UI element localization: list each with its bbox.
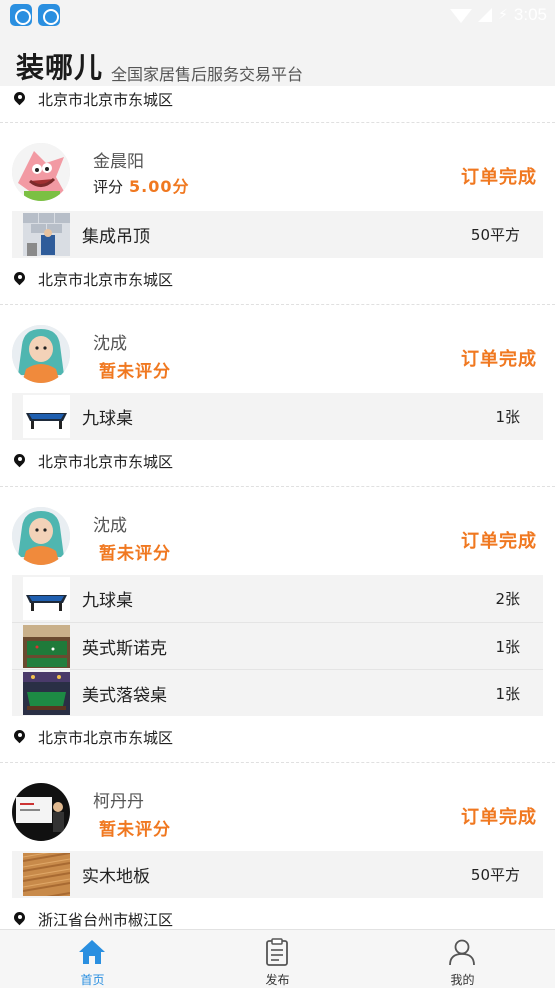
item-name: 实木地板 — [82, 867, 150, 887]
order-status: 订单完成 — [461, 167, 537, 188]
rating-status: 暂未评分 — [99, 362, 171, 382]
tab-mine[interactable]: 我的 — [370, 930, 555, 988]
list-item[interactable]: 实木地板 50平方 — [12, 851, 543, 898]
list-item[interactable]: 英式斯诺克 1张 — [12, 622, 543, 669]
item-name: 美式落袋桌 — [82, 685, 167, 706]
rating-value: 5.00分 — [129, 177, 190, 196]
list-item[interactable]: 集成吊顶 50平方 — [12, 211, 543, 258]
status-time: 3:05 — [513, 5, 547, 24]
order-items: 九球桌 2张 英式斯诺克 1张 美式落袋桌 1张 — [12, 575, 543, 716]
order-card[interactable]: 柯丹丹 暂未评分 订单完成 实木地板 50平方 浙江省台州市椒江区 — [0, 763, 555, 929]
item-quantity: 50平方 — [470, 226, 520, 244]
list-item[interactable]: 九球桌 1张 — [12, 393, 543, 440]
order-card[interactable]: 金晨阳 评分 5.00分 订单完成 集成吊顶 50平方 北京市北京市东城区 — [0, 123, 555, 305]
rating: 评分 5.00分 — [93, 177, 190, 196]
list-item[interactable]: 九球桌 2张 — [12, 575, 543, 622]
item-quantity: 50平方 — [470, 866, 520, 884]
order-location: 北京市北京市东城区 — [0, 86, 555, 112]
order-status: 订单完成 — [461, 531, 537, 552]
signal-icon — [478, 8, 493, 22]
home-icon — [79, 940, 105, 964]
pocket-table-photo — [23, 672, 70, 715]
worker-name: 沈成 — [93, 516, 127, 536]
avatar — [12, 783, 70, 841]
order-items: 九球桌 1张 — [12, 393, 543, 440]
order-items: 实木地板 50平方 — [12, 851, 543, 898]
location-pin-icon — [14, 912, 25, 927]
tab-label: 发布 — [265, 973, 290, 987]
item-name: 九球桌 — [82, 409, 133, 429]
tab-publish[interactable]: 发布 — [185, 930, 370, 988]
location-pin-icon — [14, 454, 25, 469]
brand-logo-text: 装哪儿 — [16, 51, 104, 84]
rating-status: 暂未评分 — [99, 820, 171, 840]
item-quantity: 1张 — [495, 637, 520, 656]
tab-home[interactable]: 首页 — [0, 930, 185, 988]
order-status: 订单完成 — [461, 807, 537, 828]
avatar — [12, 325, 70, 383]
order-location: 北京市北京市东城区 — [0, 447, 555, 475]
battery-charging-icon: ⚡ — [498, 7, 508, 23]
list-item[interactable]: 美式落袋桌 1张 — [12, 669, 543, 716]
order-location: 北京市北京市东城区 — [0, 723, 555, 751]
item-name: 集成吊顶 — [82, 227, 150, 247]
item-name: 九球桌 — [82, 591, 133, 611]
app-notification-icon — [10, 4, 32, 26]
app-header: 装哪儿 全国家居售后服务交易平台 — [0, 30, 555, 86]
ceiling-photo — [23, 213, 70, 256]
pool-table-photo — [23, 395, 70, 438]
item-quantity: 1张 — [495, 408, 520, 426]
order-location: 浙江省台州市椒江区 — [0, 905, 555, 929]
snooker-hall-photo — [23, 625, 70, 668]
location-pin-icon — [14, 730, 25, 745]
avatar — [12, 143, 70, 201]
item-name: 英式斯诺克 — [82, 638, 167, 659]
wood-floor-photo — [23, 853, 70, 896]
order-location: 北京市北京市东城区 — [0, 265, 555, 293]
order-items: 集成吊顶 50平方 — [12, 211, 543, 258]
status-bar: ⚡ 3:05 — [0, 0, 555, 30]
status-indicators: ⚡ 3:05 — [450, 5, 547, 25]
wifi-icon — [450, 9, 473, 23]
clipboard-icon — [266, 938, 288, 966]
brand-subtitle: 全国家居售后服务交易平台 — [111, 65, 304, 84]
bottom-nav: 首页 发布 我的 — [0, 929, 555, 988]
location-pin-icon — [14, 92, 25, 107]
order-list[interactable]: 北京市北京市东城区 金晨阳 评分 5.00分 订单完成 集成吊顶 50平方 北京… — [0, 86, 555, 929]
order-card[interactable]: 沈成 暂未评分 订单完成 九球桌 1张 北京市北京市东城区 — [0, 305, 555, 487]
location-pin-icon — [14, 272, 25, 287]
worker-name: 金晨阳 — [93, 152, 144, 172]
rating-status: 暂未评分 — [99, 544, 171, 564]
worker-name: 柯丹丹 — [93, 792, 144, 812]
tab-label: 我的 — [450, 973, 475, 987]
avatar — [12, 507, 70, 565]
app-notification-icon — [38, 4, 60, 26]
order-card[interactable]: 沈成 暂未评分 订单完成 九球桌 2张 英式斯诺克 1张 美式落袋桌 1张 北京… — [0, 487, 555, 763]
user-icon — [449, 939, 475, 966]
tab-label: 首页 — [80, 973, 105, 987]
item-quantity: 2张 — [495, 590, 520, 608]
pool-table-photo — [23, 577, 70, 620]
item-quantity: 1张 — [495, 684, 520, 703]
worker-name: 沈成 — [93, 334, 127, 354]
order-status: 订单完成 — [461, 349, 537, 370]
